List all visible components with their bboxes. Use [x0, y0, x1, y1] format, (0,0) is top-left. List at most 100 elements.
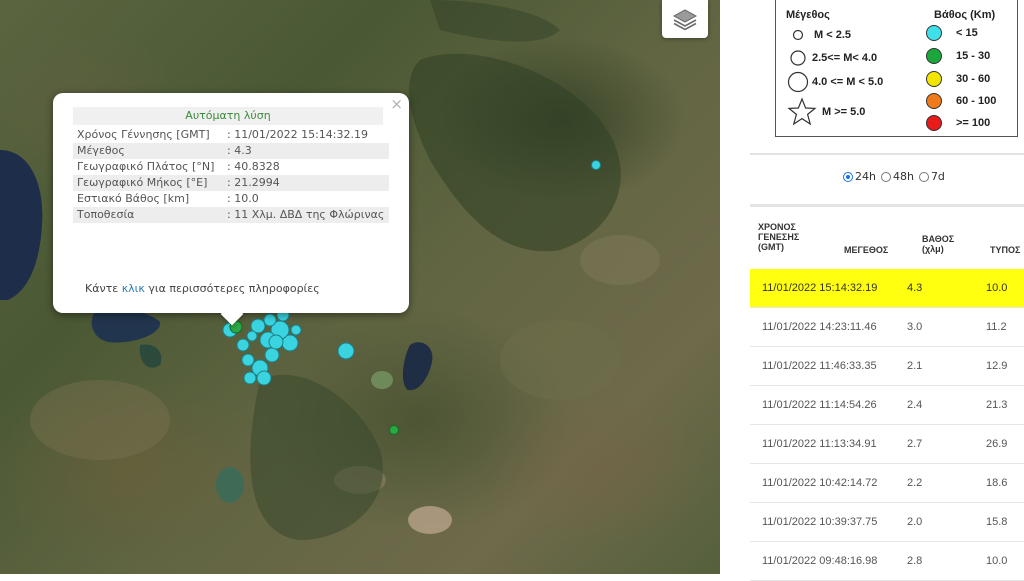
detail-value: : 11 Χλμ. ΔΒΔ της Φλώρινας [223, 207, 389, 223]
detail-value: : 40.8328 [227, 160, 280, 173]
depth-color-swatch [926, 93, 942, 109]
table-row[interactable]: 11/01/2022 11:46:33.35 2.1 12.9 [750, 347, 1024, 386]
more-info-prefix: Κάντε [85, 282, 122, 295]
depth-color-swatch [926, 71, 942, 87]
quake-marker[interactable] [246, 330, 258, 342]
table-row[interactable]: 11/01/2022 10:42:14.72 2.2 18.6 [750, 464, 1024, 503]
field-patch [408, 506, 452, 534]
cell-magnitude: 2.8 [907, 555, 923, 567]
more-info-link[interactable]: κλικ [122, 282, 145, 295]
legend-mag-item: 4.0 <= M < 5.0 [786, 71, 883, 93]
cell-depth: 26.9 [986, 438, 1008, 450]
detail-label: Χρόνος Γέννησης [GMT] [77, 128, 210, 141]
cell-magnitude: 3.0 [907, 321, 923, 333]
legend-mag-item: M < 2.5 [786, 28, 851, 42]
radio-label-48h[interactable]: 48h [893, 170, 914, 183]
cell-magnitude: 2.1 [907, 360, 923, 372]
radio-24h[interactable] [843, 171, 853, 182]
table-row[interactable]: 11/01/2022 11:14:54.26 2.4 21.3 [750, 386, 1024, 425]
cell-depth: 21.3 [986, 399, 1008, 411]
popup-row-latitude: Γεωγραφικό Πλάτος [°N] : 40.8328 [73, 159, 389, 175]
quake-marker[interactable] [256, 370, 272, 386]
table-row[interactable]: 11/01/2022 11:13:34.91 2.7 26.9 [750, 425, 1024, 464]
cell-magnitude: 2.7 [907, 438, 923, 450]
quake-marker[interactable] [236, 338, 250, 352]
popup-details: Χρόνος Γέννησης [GMT] : 11/01/2022 15:14… [73, 127, 389, 223]
legend-mag-item: M >= 5.0 [786, 97, 865, 127]
legend-magnitude-title: Μέγεθος [786, 9, 830, 21]
cell-magnitude: 2.2 [907, 477, 923, 489]
quake-marker[interactable] [243, 371, 257, 385]
lake-right [402, 342, 433, 391]
cell-magnitude: 2.0 [907, 516, 923, 528]
quake-marker[interactable] [264, 347, 280, 363]
cell-depth: 12.9 [986, 360, 1008, 372]
detail-label: Γεωγραφικό Μήκος [°E] [73, 175, 223, 191]
table-row[interactable]: 11/01/2022 10:39:37.75 2.0 15.8 [750, 503, 1024, 542]
side-panel: Μέγεθος Βάθος (Km) M < 2.5 2.5<= M< 4.0 … [720, 0, 1024, 581]
quake-marker[interactable] [268, 334, 284, 350]
earthquake-map[interactable]: × Αυτόματη λύση Χρόνος Γέννησης [GMT] : … [0, 0, 720, 574]
popup-title: Αυτόματη λύση [73, 107, 383, 125]
popup-row-depth: Εστιακό Βάθος [km] : 10.0 [73, 191, 389, 207]
time-filter: 24h 48h 7d [840, 170, 945, 183]
lake-ohrid [0, 150, 43, 300]
cell-time: 11/01/2022 10:42:14.72 [762, 477, 878, 489]
mountain-ridge [430, 0, 560, 42]
layers-button[interactable] [662, 0, 708, 38]
col-header-magnitude: ΜΕΓΕΘΟΣ [844, 245, 889, 255]
cell-depth: 10.0 [986, 282, 1008, 294]
legend-depth-label: 15 - 30 [956, 50, 991, 62]
cell-time: 11/01/2022 10:39:37.75 [762, 516, 878, 528]
more-info-suffix: για περισσότερες πληροφορίες [144, 282, 320, 295]
radio-7d[interactable] [918, 171, 929, 182]
quake-marker[interactable] [337, 342, 355, 360]
quake-marker[interactable] [263, 313, 277, 327]
circle-small-icon [792, 29, 804, 41]
radio-label-7d[interactable]: 7d [931, 170, 945, 183]
table-row[interactable]: 11/01/2022 09:48:16.98 2.8 10.0 [750, 542, 1024, 581]
legend-depth-item: 60 - 100 [926, 93, 996, 109]
table-header: ΧΡΟΝΟΣ ΓΕΝΕΣΗΣ (GMT) ΜΕΓΕΘΟΣ ΒΑΘΟΣ (χλμ)… [750, 207, 1024, 269]
cell-depth: 11.2 [986, 321, 1007, 333]
radio-48h[interactable] [880, 171, 891, 182]
legend-depth-item: 30 - 60 [926, 71, 990, 87]
field-patch [500, 320, 620, 400]
cell-depth: 18.6 [986, 477, 1008, 489]
small-green-lake [216, 467, 244, 503]
cell-time: 11/01/2022 11:13:34.91 [762, 438, 877, 450]
legend-depth-label: >= 100 [956, 117, 991, 129]
table-row[interactable]: 11/01/2022 15:14:32.19 4.3 10.0 [750, 269, 1024, 308]
detail-value: : 11/01/2022 15:14:32.19 [227, 128, 368, 141]
quake-marker[interactable] [389, 425, 399, 435]
quake-marker[interactable] [591, 160, 601, 170]
layers-icon [672, 9, 698, 31]
popup-row-magnitude: Μέγεθος : 4.3 [73, 143, 389, 159]
detail-label: Γεωγραφικό Πλάτος [°N] [77, 160, 215, 173]
radio-label-24h[interactable]: 24h [855, 170, 876, 183]
cell-depth: 15.8 [986, 516, 1008, 528]
legend-mag-label: M < 2.5 [814, 29, 851, 41]
field-patch [30, 380, 170, 460]
popup-close-button[interactable]: × [390, 95, 403, 113]
quake-marker[interactable] [290, 324, 302, 336]
legend-depth-item: >= 100 [926, 115, 990, 131]
depth-color-swatch [926, 48, 942, 64]
depth-color-swatch [926, 115, 942, 131]
table-row[interactable]: 11/01/2022 14:23:11.46 3.0 11.2 [750, 308, 1024, 347]
cell-time: 11/01/2022 11:14:54.26 [762, 399, 877, 411]
popup-row-location: Τοποθεσία : 11 Χλμ. ΔΒΔ της Φλώρινας [73, 207, 389, 223]
divider [750, 153, 1024, 155]
cell-magnitude: 4.3 [907, 282, 923, 294]
detail-label: Εστιακό Βάθος [km] [77, 192, 190, 205]
legend-mag-item: 2.5<= M< 4.0 [786, 49, 877, 67]
cell-time: 11/01/2022 09:48:16.98 [762, 555, 878, 567]
legend-mag-label: 2.5<= M< 4.0 [812, 52, 878, 64]
mountain-ridge [250, 374, 383, 540]
popup-row-origin-time: Χρόνος Γέννησης [GMT] : 11/01/2022 15:14… [73, 127, 389, 143]
legend-depth-item: < 15 [926, 25, 978, 41]
legend-mag-label: 4.0 <= M < 5.0 [812, 76, 884, 88]
detail-value: : 10.0 [227, 192, 259, 205]
legend-depth-title: Βάθος (Km) [934, 9, 996, 21]
quake-marker[interactable] [241, 353, 255, 367]
